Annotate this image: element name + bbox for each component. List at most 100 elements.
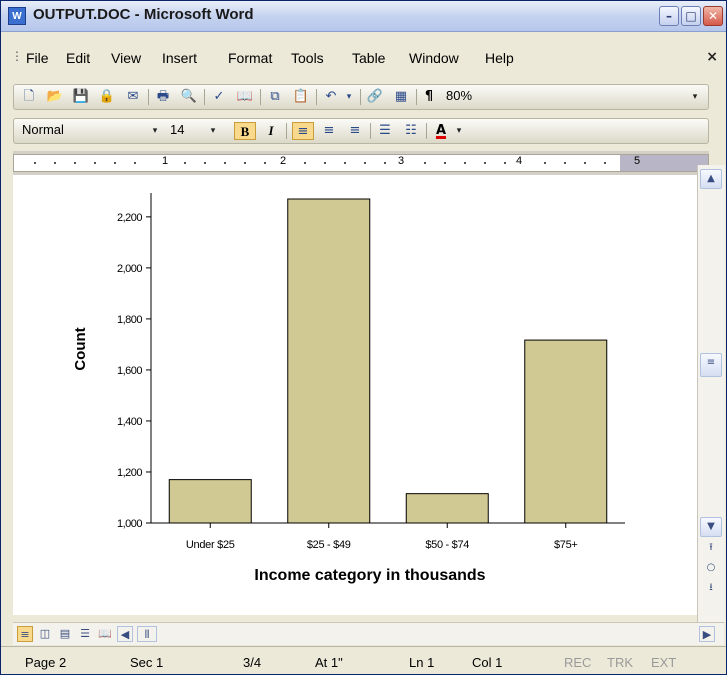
y-tick-label: 1,000 [117,518,142,530]
menu-insert[interactable]: Insert [162,50,197,66]
spelling-icon[interactable]: ✓ [210,88,228,106]
maximize-button[interactable]: □ [681,6,701,26]
menu-help[interactable]: Help [485,50,514,66]
numbering-icon[interactable]: ☰ [376,122,394,140]
status-page-count: 3/4 [243,655,262,670]
ruler-row: 1 2 3 4 5 [13,151,709,175]
ruler-number: 4 [516,155,523,167]
print-preview-icon[interactable]: 🔍 [180,88,198,106]
formatting-toolbar: Normal ▾ 14 ▾ B I ≡ ≡ ≡ ☰ ☷ A ▾ [13,118,709,144]
horizontal-ruler[interactable]: 1 2 3 4 5 [13,154,709,172]
ruler-number: 5 [634,155,641,167]
close-button[interactable]: ✕ [703,6,723,26]
y-tick-label: 2,200 [117,212,142,224]
word-app-icon[interactable]: W [8,7,26,25]
horizontal-scroll-thumb[interactable]: ⦀ [137,626,157,642]
previous-page-icon[interactable]: ⭱ [700,539,722,559]
scroll-thumb[interactable]: ≡ [700,353,722,377]
zoom-dropdown-icon[interactable]: ▾ [686,88,704,106]
new-document-icon[interactable]: 🗋 [20,88,38,106]
font-color-dropdown-icon[interactable]: ▾ [450,122,468,140]
align-center-icon[interactable]: ≡ [320,122,338,140]
paste-icon[interactable]: 📋 [292,88,310,106]
align-right-icon[interactable]: ≡ [346,122,364,140]
status-rec[interactable]: REC [564,655,591,670]
next-page-icon[interactable]: ⭳ [700,579,722,599]
style-dropdown-icon[interactable]: ▾ [146,122,164,140]
word-window: W OUTPUT.DOC - Microsoft Word – □ ✕ ⋮ Fi… [0,0,727,675]
title-bar[interactable]: W OUTPUT.DOC - Microsoft Word – □ ✕ [1,1,726,32]
email-icon[interactable]: ✉ [124,88,142,106]
style-value: Normal [22,122,64,137]
minimize-button[interactable]: – [659,6,679,26]
menu-grip-icon[interactable]: ⋮ [11,49,23,63]
menu-bar: ⋮ File Edit View Insert Format Tools Tab… [1,49,726,71]
align-left-icon[interactable]: ≡ [292,122,314,140]
menu-edit[interactable]: Edit [66,50,90,66]
show-formatting-icon[interactable]: ¶ [420,88,438,106]
window-title: OUTPUT.DOC - Microsoft Word [33,6,254,23]
undo-dropdown-icon[interactable]: ▾ [340,88,358,106]
scroll-up-icon[interactable]: ▲ [700,169,722,189]
status-bar: Page 2 Sec 1 3/4 At 1" Ln 1 Col 1 REC TR… [1,646,726,674]
outline-view-icon[interactable]: ☰ [77,626,93,642]
scroll-right-icon[interactable]: ▶ [699,626,715,642]
scroll-left-icon[interactable]: ◀ [117,626,133,642]
undo-icon[interactable]: ↶ [322,88,340,106]
menu-file[interactable]: File [26,50,49,66]
status-position: At 1" [315,655,343,670]
font-color-button[interactable]: A [432,122,450,140]
x-tick-label: Under $25 [186,539,235,551]
x-tick-label: $25 - $49 [307,539,351,551]
print-layout-view-icon[interactable]: ▤ [57,626,73,642]
print-icon[interactable]: 🖶 [154,88,172,106]
x-tick-label: $75+ [554,539,578,551]
bold-button[interactable]: B [234,122,256,140]
status-ext[interactable]: EXT [651,655,676,670]
close-document-icon[interactable]: × [706,49,718,65]
menu-view[interactable]: View [111,50,141,66]
hyperlink-icon[interactable]: 🔗 [366,88,384,106]
y-axis-title: Count [72,327,89,370]
open-folder-icon[interactable]: 📂 [46,88,64,106]
insert-table-icon[interactable]: ▦ [392,88,410,106]
bar [168,479,252,524]
y-tick-label: 1,800 [117,314,142,326]
bar [287,198,371,524]
scroll-down-icon[interactable]: ▼ [700,517,722,537]
copy-icon[interactable]: ⧉ [266,88,284,106]
ruler-number: 1 [162,155,169,167]
status-page: Page 2 [25,655,67,670]
document-area[interactable]: 1,000 1,200 1,400 1,600 1,800 2,000 2,200 Under… [13,175,697,615]
reading-layout-view-icon[interactable]: 📖 [97,626,113,642]
research-icon[interactable]: 📖 [236,88,254,106]
y-tick-label: 1,400 [117,416,142,428]
horizontal-scrollbar: ≡ ◫ ▤ ☰ 📖 ◀ ⦀ ▶ [13,622,724,645]
bar-chart: 1,000 1,200 1,400 1,600 1,800 2,000 2,200 Under… [72,193,625,584]
permission-icon[interactable]: 🔒 [98,88,116,106]
ruler-number: 2 [280,155,287,167]
font-size-dropdown-icon[interactable]: ▾ [204,122,222,140]
web-layout-view-icon[interactable]: ◫ [37,626,53,642]
zoom-combo[interactable]: 80% [442,87,502,107]
standard-toolbar: 🗋 📂 💾 🔒 ✉ 🖶 🔍 ✓ 📖 ⧉ 📋 ↶ ▾ 🔗 ▦ ¶ 80% ▾ [13,84,709,110]
y-tick-label: 1,200 [117,467,142,479]
status-trk[interactable]: TRK [607,655,633,670]
x-axis-title: Income category in thousands [254,567,485,584]
normal-view-icon[interactable]: ≡ [17,626,33,642]
save-icon[interactable]: 💾 [72,88,90,106]
zoom-value: 80% [446,88,473,103]
menu-tools[interactable]: Tools [291,50,324,66]
style-combo[interactable]: Normal [18,121,162,141]
y-tick-label: 1,600 [117,365,142,377]
menu-format[interactable]: Format [228,50,272,66]
menu-window[interactable]: Window [409,50,459,66]
vertical-scrollbar[interactable]: ▲ ≡ ▼ ⭱ ○ ⭳ [697,165,725,622]
status-section: Sec 1 [130,655,164,670]
bullets-icon[interactable]: ☷ [402,122,420,140]
menu-table[interactable]: Table [352,50,385,66]
select-browse-object-icon[interactable]: ○ [700,559,722,579]
italic-button[interactable]: I [262,122,280,140]
status-column: Col 1 [472,655,503,670]
status-line: Ln 1 [409,655,435,670]
